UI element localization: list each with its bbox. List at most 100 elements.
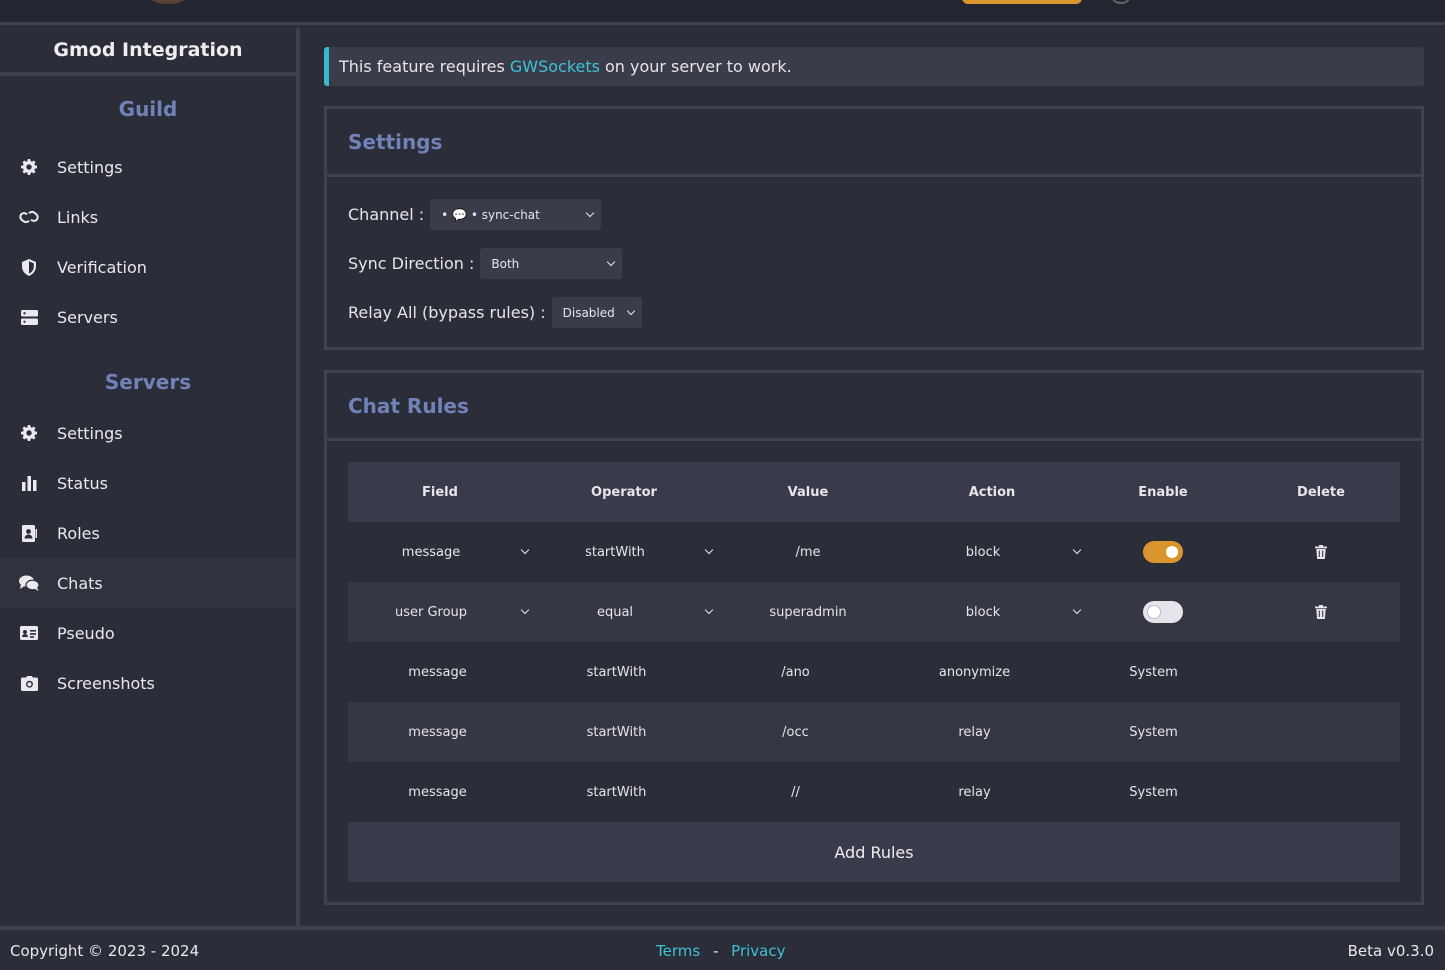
sync-direction-select[interactable]: Both [480,248,623,279]
value-input[interactable]: superadmin [716,582,900,642]
sidebar-title: Gmod Integration [0,28,296,76]
footer: Copyright © 2023 - 2024 Terms - Privacy … [0,926,1445,970]
field-select[interactable]: user Group [382,597,530,627]
system-label: System [1129,784,1178,800]
trash-icon[interactable] [1314,545,1328,559]
chevron-down-icon [1072,545,1082,555]
user-avatar[interactable] [1112,0,1130,4]
rules-table: Field Operator Value Action Enable Delet… [348,462,1400,882]
top-bar [0,0,1445,25]
table-row: message startWith /ano anonymize System [348,642,1400,702]
chevron-down-icon [704,545,714,555]
sidebar-item-label: Pseudo [57,623,115,643]
trash-icon[interactable] [1314,605,1328,619]
action-value: block [965,604,1001,620]
sidebar-item-label: Status [57,473,108,493]
notice-prefix: This feature requires [339,57,505,76]
action-value: block [965,544,1001,560]
sidebar-item-label: Servers [57,307,118,327]
sidebar-item-verification[interactable]: Verification [0,242,296,292]
shield-icon [19,257,39,277]
action-text: relay [958,724,991,740]
chat-rules-card: Chat Rules Field Operator Value Action E… [324,370,1424,905]
privacy-link[interactable]: Privacy [731,942,785,960]
table-row: message startWith /occ relay System [348,702,1400,762]
gear-icon [19,423,39,443]
header-delete: Delete [1297,484,1345,500]
sidebar-item-guild-servers[interactable]: Servers [0,292,296,342]
action-select[interactable]: block [930,537,1082,567]
id-badge-icon [19,523,39,543]
sync-direction-row: Sync Direction : Both [348,248,623,279]
header-action: Action [968,484,1016,500]
copyright-text: Copyright © 2023 - 2024 [10,942,200,960]
section-servers: Servers [104,370,192,394]
value-input[interactable]: /me [716,522,900,582]
operator-select[interactable]: startWith [570,537,714,567]
chevron-down-icon [1072,605,1082,615]
terms-link[interactable]: Terms [656,942,700,960]
sidebar-item-chats[interactable]: Chats [0,558,296,608]
sync-direction-label: Sync Direction : [348,254,475,273]
chat-rules-title: Chat Rules [327,373,1421,441]
sidebar-item-guild-settings[interactable]: Settings [0,142,296,192]
bar-chart-icon [19,473,39,493]
operator-select[interactable]: equal [570,597,714,627]
header-value: Value [787,484,829,500]
enable-toggle[interactable] [1143,601,1183,623]
sidebar-item-label: Chats [57,573,103,593]
table-row: message startWith /me block [348,522,1400,582]
relay-all-value: Disabled [562,305,615,320]
field-text: message [408,664,467,680]
chevron-down-icon [520,545,530,555]
system-label: System [1129,724,1178,740]
gwsockets-notice: This feature requires GWSockets on your … [324,47,1424,86]
sidebar-item-server-settings[interactable]: Settings [0,408,296,458]
action-select[interactable]: block [930,597,1082,627]
sidebar-item-roles[interactable]: Roles [0,508,296,558]
field-value: message [401,544,461,560]
server-icon [19,307,39,327]
top-action-button[interactable] [962,0,1082,4]
field-value: user Group [394,604,468,620]
table-row: user Group equal superadmin block [348,582,1400,642]
sidebar-item-label: Screenshots [57,673,155,693]
operator-value: startWith [585,544,645,560]
main-content: This feature requires GWSockets on your … [304,28,1445,926]
sidebar-item-status[interactable]: Status [0,458,296,508]
relay-all-row: Relay All (bypass rules) : Disabled [348,297,642,328]
channel-label: Channel : [348,205,425,224]
chevron-down-icon [704,605,714,615]
add-rules-button[interactable]: Add Rules [348,822,1400,882]
field-text: message [408,724,467,740]
enable-toggle[interactable] [1143,541,1183,563]
operator-text: startWith [586,664,647,680]
operator-text: startWith [586,724,647,740]
sidebar-item-screenshots[interactable]: Screenshots [0,658,296,708]
settings-title: Settings [327,109,1421,177]
value-text: /occ [782,724,809,740]
sidebar-item-links[interactable]: Links [0,192,296,242]
channel-select[interactable]: • 💬 • sync-chat [430,199,602,230]
sidebar-item-pseudo[interactable]: Pseudo [0,608,296,658]
header-enable: Enable [1138,484,1188,500]
chevron-down-icon [626,306,635,315]
gear-icon [19,157,39,177]
field-text: message [408,784,467,800]
sync-direction-value: Both [491,256,520,271]
section-guild: Guild [118,97,178,121]
logo[interactable] [150,0,186,4]
footer-separator: - [712,942,719,960]
channel-value: • 💬 • sync-chat [441,207,540,222]
chevron-down-icon [607,257,616,266]
relay-all-label: Relay All (bypass rules) : [348,303,546,322]
field-select[interactable]: message [382,537,530,567]
table-row: message startWith // relay System [348,762,1400,822]
chevron-down-icon [520,605,530,615]
channel-row: Channel : • 💬 • sync-chat [348,199,602,230]
relay-all-select[interactable]: Disabled [551,297,642,328]
gwsockets-link[interactable]: GWSockets [510,57,600,76]
notice-suffix: on your server to work. [604,57,792,76]
settings-card: Settings Channel : • 💬 • sync-chat Sync … [324,106,1424,350]
chevron-down-icon [585,208,595,217]
